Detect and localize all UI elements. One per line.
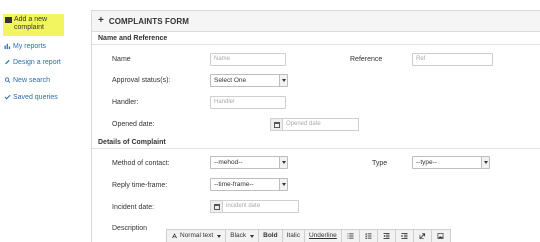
text-color-label: Black (230, 232, 247, 239)
panel-header: + COMPLAINTS FORM (92, 11, 540, 32)
incident-date-label: Incident date: (112, 204, 155, 211)
chevron-down-icon (250, 234, 255, 238)
handler-input[interactable]: Handler (210, 96, 286, 109)
italic-button[interactable]: Italic (283, 230, 305, 242)
incident-date-input[interactable]: incident date (222, 200, 299, 213)
complaints-form-panel: + COMPLAINTS FORM Name and Reference Nam… (91, 10, 540, 242)
type-select[interactable]: --type-- (412, 156, 490, 169)
font-size-dropdown[interactable]: Normal text (167, 230, 227, 242)
sidebar-item-new-search[interactable]: New search (4, 77, 50, 85)
sidebar-item-label: Add a new complaint (14, 16, 47, 32)
section-name-reference: Name and Reference (92, 33, 540, 45)
editor-toolbar: Normal text Black Bold Italic Underline (166, 229, 451, 242)
reply-time-frame-select[interactable]: --time-frame-- (210, 178, 288, 191)
font-size-label: Normal text (180, 232, 214, 239)
sidebar-item-label-line1: Add a new (14, 16, 48, 23)
method-of-contact-label: Method of contact: (112, 160, 170, 167)
reference-label: Reference (350, 56, 383, 63)
calendar-icon[interactable] (270, 118, 282, 131)
method-of-contact-value: --mehod-- (214, 159, 243, 166)
section-details: Details of Complaint (92, 137, 540, 149)
plus-square-icon: + (5, 17, 12, 23)
chevron-down-icon (481, 157, 489, 168)
sidebar-item-label: Design a report (13, 59, 61, 66)
approval-status-value: Select One (214, 77, 247, 84)
link-icon[interactable] (414, 230, 432, 242)
sidebar-item-saved-queries[interactable]: Saved queries (4, 94, 58, 102)
chevron-down-icon (279, 157, 287, 168)
sidebar-item-my-reports[interactable]: My reports (4, 43, 46, 51)
chevron-down-icon (279, 75, 287, 86)
opened-date-group[interactable]: Opened date (270, 118, 359, 131)
bold-button[interactable]: Bold (259, 230, 283, 242)
sidebar-item-label-line2: complaint (14, 24, 44, 31)
sidebar-item-label: Saved queries (13, 94, 58, 101)
incident-date-group[interactable]: incident date (210, 200, 299, 213)
bar-chart-icon (4, 43, 11, 50)
check-icon (4, 94, 11, 101)
chevron-down-icon (217, 234, 222, 238)
approval-status-label: Approval status(s): (112, 77, 171, 84)
opened-date-label: Opened date: (112, 121, 155, 128)
indent-icon[interactable] (396, 230, 414, 242)
image-icon[interactable] (432, 230, 450, 242)
pencil-icon (4, 59, 11, 66)
plus-icon: + (98, 15, 104, 26)
method-of-contact-select[interactable]: --mehod-- (210, 156, 288, 169)
calendar-icon[interactable] (210, 200, 222, 213)
sidebar-item-label: New search (13, 77, 50, 84)
handler-label: Handler: (112, 99, 139, 106)
font-icon (172, 233, 177, 239)
underline-label: Underline (308, 232, 337, 239)
type-label: Type (372, 160, 388, 167)
sidebar: + Add a new complaint My reports Design … (0, 0, 80, 242)
numbered-list-icon[interactable] (360, 230, 378, 242)
chevron-down-icon (279, 179, 287, 190)
sidebar-item-label: My reports (13, 43, 47, 50)
sidebar-item-add-complaint[interactable]: + Add a new complaint (3, 14, 64, 36)
name-label: Name (112, 56, 131, 63)
reply-time-frame-value: --time-frame-- (214, 181, 254, 188)
description-label: Description (112, 225, 148, 232)
reference-input[interactable]: Ref (412, 53, 493, 66)
text-color-dropdown[interactable]: Black (226, 230, 260, 242)
search-icon (4, 77, 11, 84)
sidebar-item-design-report[interactable]: Design a report (4, 59, 61, 67)
reply-time-frame-label: Reply time-frame: (112, 182, 168, 189)
name-input[interactable]: Name (210, 53, 286, 66)
approval-status-select[interactable]: Select One (210, 74, 288, 87)
opened-date-input[interactable]: Opened date (282, 118, 359, 131)
outdent-icon[interactable] (378, 230, 396, 242)
panel-title: COMPLAINTS FORM (108, 16, 190, 26)
type-value: --type-- (416, 159, 437, 166)
bullet-list-icon[interactable] (342, 230, 360, 242)
underline-button[interactable]: Underline (305, 230, 342, 242)
